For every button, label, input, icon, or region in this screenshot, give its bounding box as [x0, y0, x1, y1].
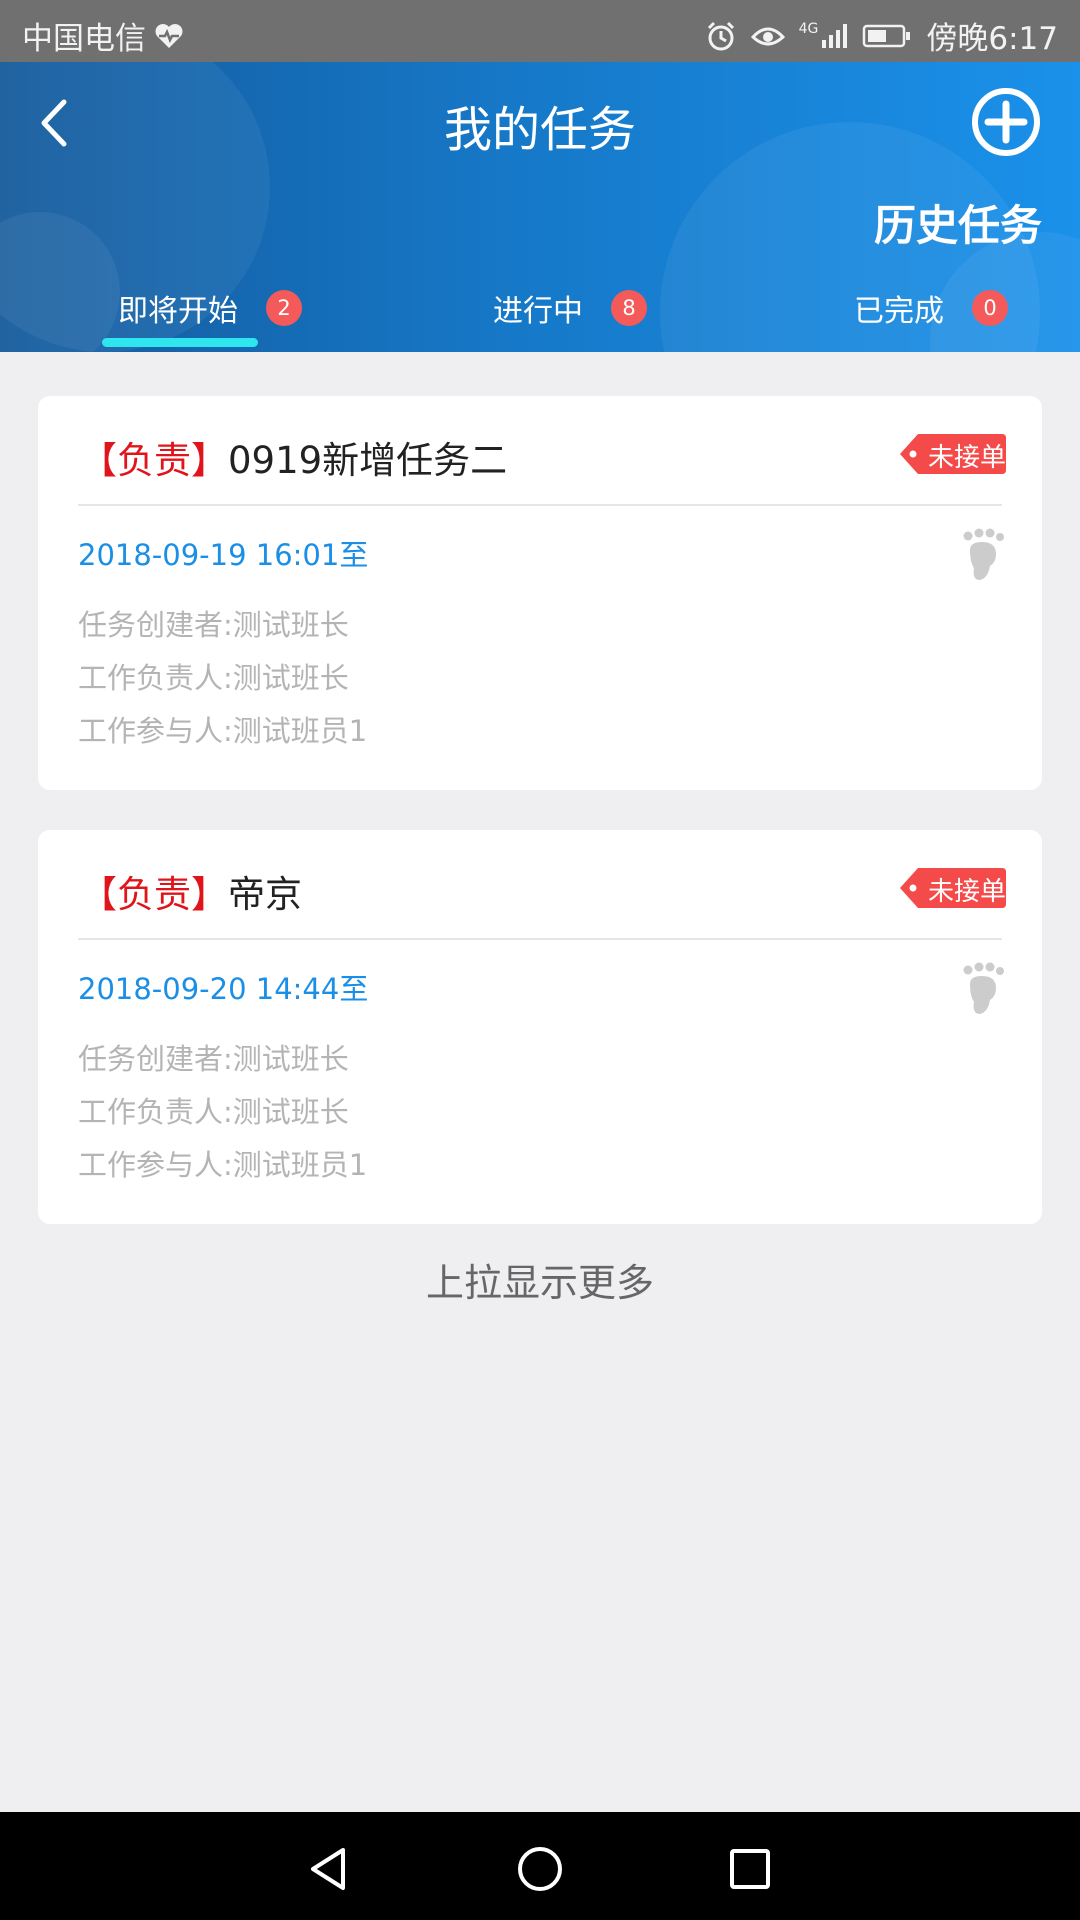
alarm-icon: [705, 20, 737, 52]
tab-label: 即将开始: [118, 294, 238, 329]
plus-circle-icon: [972, 88, 1040, 156]
circle-home-icon: [518, 1847, 562, 1891]
page-title: 我的任务: [443, 102, 636, 158]
task-role: 【负责】: [80, 873, 228, 916]
system-nav-bar: [0, 1812, 1080, 1920]
count-badge: 0: [972, 290, 1008, 326]
battery-icon: [862, 23, 912, 49]
status-tag-label: 未接单: [928, 877, 1007, 907]
status-tag: 未接单: [900, 432, 1006, 476]
load-more-hint[interactable]: 上拉显示更多: [0, 1252, 1080, 1307]
footprint-icon[interactable]: [960, 528, 1006, 582]
nav-back-button[interactable]: [303, 1842, 357, 1896]
task-name: 帝京: [228, 873, 302, 916]
network-label: 4G: [798, 20, 819, 37]
clock: 傍晚6:17: [926, 21, 1058, 57]
task-card[interactable]: 【负责】0919新增任务二 未接单 2018-09-19 16:01至 任务创建…: [38, 396, 1042, 790]
divider: [78, 504, 1002, 506]
eye-comfort-icon: [750, 23, 785, 49]
task-owner: 工作负责人:测试班长: [78, 661, 349, 695]
task-name: 0919新增任务二: [228, 439, 508, 482]
carrier-label: 中国电信: [22, 21, 146, 57]
divider: [78, 938, 1002, 940]
status-tag: 未接单: [900, 866, 1006, 910]
tab-completed[interactable]: 已完成 0: [854, 286, 1008, 330]
count-badge: 8: [611, 290, 647, 326]
status-bar: 中国电信 4G 傍晚6:17: [0, 0, 1080, 62]
active-tab-indicator: [102, 338, 258, 347]
status-tag-label: 未接单: [928, 443, 1007, 473]
task-creator: 任务创建者:测试班长: [78, 608, 349, 642]
signal-4g-icon: 4G: [799, 22, 849, 50]
nav-home-button[interactable]: [513, 1842, 567, 1896]
app-header: 我的任务 历史任务 即将开始 2 进行中 8 已完成 0: [0, 62, 1080, 352]
tab-upcoming[interactable]: 即将开始 2: [118, 286, 302, 330]
square-recents-icon: [730, 1849, 770, 1889]
count-badge: 2: [266, 290, 302, 326]
task-title: 【负责】0919新增任务二: [80, 430, 507, 484]
triangle-back-icon: [311, 1848, 345, 1890]
task-participant: 工作参与人:测试班员1: [78, 714, 368, 748]
heart-monitor-icon: [154, 22, 184, 50]
task-creator: 任务创建者:测试班长: [78, 1042, 349, 1076]
history-tasks-link[interactable]: 历史任务: [874, 192, 1042, 253]
nav-recents-button[interactable]: [723, 1842, 777, 1896]
task-time: 2018-09-19 16:01至: [78, 538, 369, 572]
footprint-icon[interactable]: [960, 962, 1006, 1016]
tab-in-progress[interactable]: 进行中 8: [493, 286, 647, 330]
task-role: 【负责】: [80, 439, 228, 482]
task-title: 【负责】帝京: [80, 864, 302, 918]
task-owner: 工作负责人:测试班长: [78, 1095, 349, 1129]
task-participant: 工作参与人:测试班员1: [78, 1148, 368, 1182]
tab-label: 进行中: [493, 294, 583, 329]
status-left: 中国电信: [22, 13, 184, 58]
task-card[interactable]: 【负责】帝京 未接单 2018-09-20 14:44至 任务创建者:测试班长 …: [38, 830, 1042, 1224]
add-task-button[interactable]: [970, 86, 1042, 158]
tab-label: 已完成: [854, 294, 944, 329]
task-time: 2018-09-20 14:44至: [78, 972, 369, 1006]
status-right: 4G 傍晚6:17: [705, 13, 1058, 58]
